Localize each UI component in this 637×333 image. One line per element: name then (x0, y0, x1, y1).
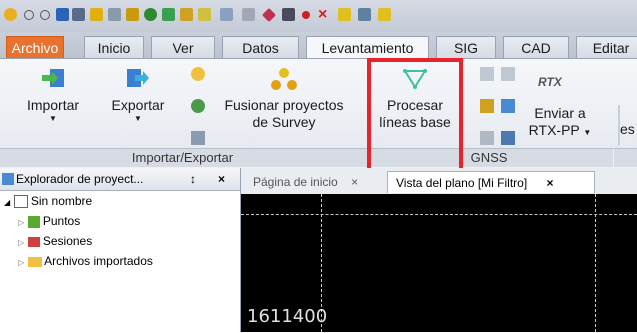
document-icon[interactable] (108, 8, 121, 21)
tab-home-label: Página de inicio (253, 175, 338, 189)
delete-icon[interactable]: × (318, 6, 331, 23)
folder-icon (27, 256, 42, 267)
send-label-line2: RTX-PP (528, 122, 580, 138)
tree-node-puntos[interactable]: ▷ Puntos (18, 211, 80, 231)
tab-levantamiento[interactable]: Levantamiento (306, 36, 429, 59)
tab-archivo[interactable]: Archivo (6, 36, 64, 58)
merge-label-line2: de Survey (252, 114, 316, 130)
tab-plan-close-icon[interactable]: × (547, 176, 554, 190)
tab-home-page[interactable]: Página de inicio × (245, 171, 366, 193)
tab-plan-label: Vista del plano [Mi Filtro] (396, 176, 528, 190)
tab-editar[interactable]: Editar (576, 36, 637, 58)
quick-access-toolbar: × (0, 0, 637, 32)
zoom-icon[interactable] (358, 8, 371, 21)
document-tabs: Página de inicio × Vista del plano [Mi F… (241, 168, 637, 195)
tree-node-root[interactable]: ◢ Sin nombre (4, 191, 92, 211)
import-dropdown-icon: ▼ (49, 114, 57, 123)
send-dropdown-icon: ▼ (583, 128, 592, 137)
tree-label-puntos: Puntos (42, 214, 81, 228)
tools-icon[interactable] (198, 8, 211, 21)
grid-line (241, 214, 637, 215)
tab-datos[interactable]: Datos (222, 36, 299, 58)
grid-coordinate-label: 1611400 (247, 306, 328, 327)
baseline-small-icon[interactable] (480, 67, 494, 81)
tree-label-root: Sin nombre (30, 194, 93, 208)
points-icon (27, 215, 40, 228)
explorer-header: Explorador de proyect... ↕ × (0, 168, 240, 191)
merge-label-line1: Fusionar proyectos (224, 97, 344, 113)
group-label-next (614, 148, 637, 167)
explorer-title: Explorador de proyect... (16, 172, 144, 186)
import-label: Importar (26, 97, 80, 113)
session-small-icon[interactable] (501, 99, 515, 113)
occupation-small-icon[interactable] (480, 99, 494, 113)
send-rtx-pp-button[interactable]: Enviar a RTX-PP ▼ (520, 105, 600, 141)
export-button[interactable]: Exportar ▼ (98, 63, 178, 124)
layer-icon[interactable] (162, 8, 175, 21)
draw-line-icon[interactable] (261, 7, 277, 23)
sync-small-icon[interactable] (191, 131, 205, 145)
project-icon (13, 195, 28, 209)
new-project-icon[interactable] (56, 8, 69, 21)
export-icon (127, 69, 149, 87)
tab-plan-view[interactable]: Vista del plano [Mi Filtro] × (387, 171, 595, 193)
collapsed-icon: ▷ (18, 238, 25, 247)
globe-small-icon[interactable] (191, 99, 205, 113)
tab-cad[interactable]: CAD (503, 36, 569, 58)
tab-inicio[interactable]: Inicio (84, 36, 144, 58)
tree-node-sesiones[interactable]: ▷ Sesiones (18, 231, 92, 251)
plan-view-canvas[interactable]: 1611400 (241, 194, 637, 332)
redo-icon[interactable] (40, 10, 50, 20)
document-area: Página de inicio × Vista del plano [Mi F… (241, 168, 637, 332)
collapsed-icon: ▷ (18, 258, 25, 267)
group-label-import-export: Importar/Exportar (0, 148, 365, 167)
tree-label-archivos: Archivos importados (44, 254, 153, 268)
export-label: Exportar (111, 97, 165, 113)
explorer-icon (2, 173, 14, 185)
settings-icon[interactable] (90, 8, 103, 21)
table-small-icon[interactable] (501, 131, 515, 145)
check-small-icon[interactable] (501, 67, 515, 81)
sessions-icon (27, 236, 40, 247)
ribbon-tabs: Archivo Inicio Ver Datos Levantamiento S… (0, 32, 637, 59)
cut-off-label: es (620, 121, 635, 137)
tab-home-close-icon[interactable]: × (351, 175, 358, 189)
tab-sig[interactable]: SIG (436, 36, 496, 58)
select-icon[interactable] (338, 8, 351, 21)
send-label-line1: Enviar a (534, 105, 586, 121)
merge-survey-button[interactable]: Fusionar proyectos de Survey (214, 63, 354, 131)
ribbon: Importar ▼ Exportar ▼ Fusionar proyectos… (0, 58, 637, 151)
grid-icon[interactable] (378, 8, 391, 21)
group-icon[interactable] (180, 8, 193, 21)
app-menu-icon[interactable] (4, 8, 17, 21)
undo-icon[interactable] (24, 10, 34, 20)
close-icon[interactable]: × (218, 172, 225, 186)
pin-icon[interactable]: ↕ (190, 172, 196, 186)
tree-label-sesiones: Sesiones (42, 234, 93, 248)
export-dropdown-icon: ▼ (134, 114, 142, 123)
collapsed-icon: ▷ (18, 218, 25, 227)
gear-small-icon[interactable] (191, 67, 205, 81)
survey-icon[interactable] (126, 8, 139, 21)
tree-node-archivos[interactable]: ▷ Archivos importados (18, 251, 153, 271)
map-icon[interactable] (144, 8, 157, 21)
rtx-badge: RTX (538, 75, 562, 89)
tab-ver[interactable]: Ver (151, 36, 215, 58)
options-icon[interactable] (242, 8, 255, 21)
expanded-icon: ◢ (4, 198, 11, 207)
merge-icon (271, 68, 297, 90)
report-small-icon[interactable] (480, 131, 494, 145)
point-icon[interactable] (302, 11, 310, 19)
import-icon (42, 69, 64, 87)
screen-icon[interactable] (282, 8, 295, 21)
import-button[interactable]: Importar ▼ (18, 63, 88, 124)
project-explorer-panel: Explorador de proyect... ↕ × ◢ Sin nombr… (0, 168, 241, 332)
save-icon[interactable] (72, 8, 85, 21)
view-icon[interactable] (220, 8, 233, 21)
highlight-box (367, 58, 463, 174)
